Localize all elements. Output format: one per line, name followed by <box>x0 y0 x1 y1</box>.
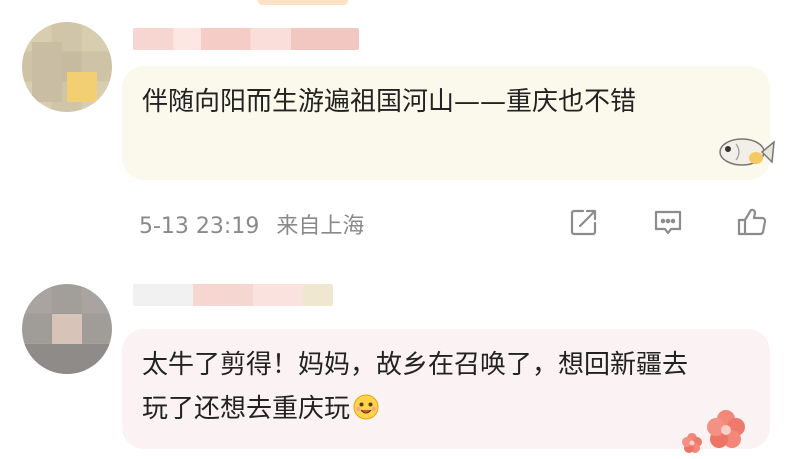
comment-actions <box>568 206 768 240</box>
comment-meta: 5-13 23:19 来自上海 <box>139 208 364 240</box>
avatar[interactable] <box>22 284 112 374</box>
happy-face-emoji-icon <box>353 394 379 420</box>
comment-text: 太牛了剪得！妈妈，故乡在召唤了，想回新疆去玩了还想去重庆玩 <box>142 343 750 431</box>
comment-text-content: 太牛了剪得！妈妈，故乡在召唤了，想回新疆去玩了还想去重庆玩 <box>142 350 689 424</box>
share-button[interactable] <box>568 206 600 238</box>
comment-icon <box>654 210 682 235</box>
comment-bubble[interactable]: 伴随向阳而生游遍祖国河山——重庆也不错 <box>122 66 775 180</box>
thumbs-up-icon <box>737 208 767 236</box>
like-button[interactable] <box>736 206 768 238</box>
avatar[interactable] <box>22 22 112 112</box>
fish-sticker-icon <box>719 138 775 166</box>
comment-item: 伴随向阳而生游遍祖国河山——重庆也不错 5-13 23:19 来自上海 <box>0 0 800 262</box>
comment-date: 5-13 23:19 <box>139 214 260 239</box>
comment-bubble[interactable]: 太牛了剪得！妈妈，故乡在召唤了，想回新疆去玩了还想去重庆玩 <box>122 329 770 453</box>
comment-item: 太牛了剪得！妈妈，故乡在召唤了，想回新疆去玩了还想去重庆玩 <box>0 262 800 459</box>
username-blurred[interactable] <box>133 284 333 306</box>
username-blurred[interactable] <box>133 28 359 50</box>
flower-sticker-icon <box>682 410 745 453</box>
comment-button[interactable] <box>652 206 684 238</box>
comment-location: 来自上海 <box>276 214 365 239</box>
share-icon <box>570 209 597 236</box>
comment-text: 伴随向阳而生游遍祖国河山——重庆也不错 <box>142 87 637 117</box>
